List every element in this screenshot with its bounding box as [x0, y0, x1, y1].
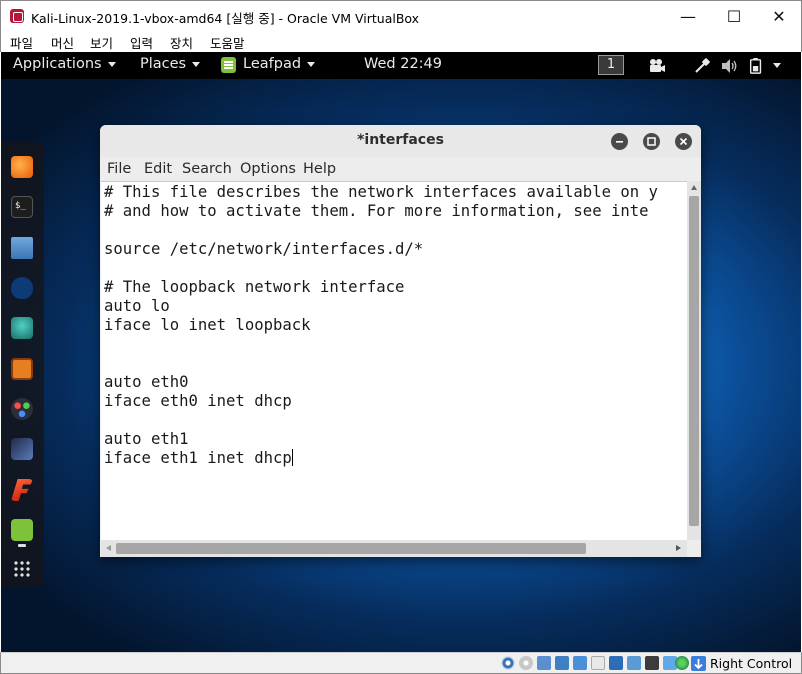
burpsuite-icon[interactable] [11, 358, 33, 380]
menu-help[interactable]: 도움말 [210, 33, 245, 52]
maximize-button[interactable]: ☐ [711, 1, 757, 31]
text-cursor [291, 449, 293, 466]
leafpad-app-icon [221, 57, 236, 73]
text-line: source /etc/network/interfaces.d/* [104, 240, 424, 258]
leafpad-close-button[interactable] [675, 133, 692, 150]
close-button[interactable]: ✕ [756, 1, 802, 31]
chevron-down-icon [307, 61, 316, 67]
leafpad-menu-file[interactable]: File [107, 161, 131, 177]
show-apps-icon[interactable] [13, 560, 31, 578]
menu-machine[interactable]: 머신 [51, 33, 74, 52]
maltego-icon[interactable] [11, 398, 33, 420]
host-window-title: Kali-Linux-2019.1-vbox-amd64 [실행 중] - Or… [31, 11, 420, 26]
host-key-label[interactable]: Right Control [710, 656, 792, 671]
leafpad-window: *interfaces File Edit Search Options Hel… [100, 125, 701, 557]
optical-drive-icon[interactable] [519, 656, 533, 670]
places-menu[interactable]: Places [140, 56, 201, 72]
text-line: ​ [104, 354, 658, 373]
text-line-last: iface eth1 inet dhcp [104, 449, 658, 468]
virtualbox-icon [10, 9, 24, 23]
text-line: ​ [104, 335, 658, 354]
text-line: iface eth1 inet dhcp [104, 449, 292, 467]
vertical-scrollbar[interactable] [687, 181, 701, 540]
vertical-scroll-thumb[interactable] [689, 196, 699, 526]
dock: $_ [1, 142, 44, 587]
text-line: iface eth0 inet dhcp [104, 392, 292, 410]
firefox-icon[interactable] [11, 156, 33, 178]
running-indicator [18, 544, 26, 547]
scroll-left-icon[interactable] [106, 545, 111, 551]
host-titlebar: Kali-Linux-2019.1-vbox-amd64 [실행 중] - Or… [0, 0, 802, 31]
leafpad-menu-edit[interactable]: Edit [144, 161, 172, 177]
places-label: Places [140, 56, 187, 72]
system-menu-chevron-icon[interactable] [773, 63, 781, 68]
network-icon[interactable] [555, 656, 569, 670]
menu-input[interactable]: 입력 [130, 33, 153, 52]
maximize-icon [647, 137, 656, 146]
vbox-statusbar: Right Control [0, 652, 802, 674]
text-line: auto eth1 [104, 430, 189, 448]
leafpad-maximize-button[interactable] [643, 133, 660, 150]
metasploit-icon[interactable] [11, 277, 33, 299]
horizontal-scroll-thumb[interactable] [116, 543, 586, 554]
chevron-down-icon [107, 61, 116, 67]
display-icon[interactable] [609, 656, 623, 670]
leafpad-menu-help[interactable]: Help [303, 161, 336, 177]
host-menubar: 파일 머신 보기 입력 장치 도움말 [0, 31, 802, 52]
text-editor[interactable]: # This file describes the network interf… [101, 181, 687, 540]
text-line: ​ [104, 221, 658, 240]
minimize-button[interactable]: — [665, 1, 711, 31]
leafpad-menubar: File Edit Search Options Help [100, 157, 701, 181]
recording-icon[interactable] [627, 656, 641, 670]
text-line: iface lo inet loopback [104, 316, 311, 334]
usb-icon[interactable] [573, 656, 587, 670]
armitage-icon[interactable] [11, 317, 33, 339]
app-menu-label: Leafpad [243, 56, 302, 72]
chevron-down-icon [192, 61, 201, 67]
scroll-right-icon[interactable] [676, 545, 681, 551]
terminal-icon[interactable]: $_ [11, 196, 33, 218]
leafpad-menu-search[interactable]: Search [182, 161, 232, 177]
clock[interactable]: Wed 22:49 [364, 56, 442, 72]
menu-view[interactable]: 보기 [90, 33, 113, 52]
app-menu[interactable]: Leafpad [243, 56, 316, 72]
menu-file[interactable]: 파일 [10, 33, 33, 52]
text-line: ​ [104, 411, 658, 430]
guest-desktop: Applications Places Leafpad Wed 22:49 1 [1, 52, 801, 652]
text-line: # The loopback network interface [104, 278, 405, 296]
workspace-indicator[interactable]: 1 [598, 55, 624, 75]
network-wired-icon[interactable] [694, 58, 710, 74]
cpu-icon[interactable] [645, 656, 659, 670]
video-camera-icon[interactable] [648, 58, 666, 74]
battery-icon[interactable] [749, 58, 763, 74]
horizontal-scrollbar[interactable] [101, 540, 687, 557]
text-line: # and how to activate them. For more inf… [104, 202, 649, 220]
applications-label: Applications [13, 56, 102, 72]
editor-content: # This file describes the network interf… [104, 183, 658, 468]
hard-disk-icon[interactable] [501, 656, 515, 670]
text-line: ​ [104, 259, 658, 278]
files-icon[interactable] [11, 237, 33, 259]
text-line: auto lo [104, 297, 170, 315]
leafpad-minimize-button[interactable] [611, 133, 628, 150]
text-line: auto eth0 [104, 373, 189, 391]
applications-menu[interactable]: Applications [13, 56, 116, 72]
scroll-up-icon[interactable] [691, 185, 697, 190]
top-panel: Applications Places Leafpad Wed 22:49 1 [1, 52, 801, 79]
menu-devices[interactable]: 장치 [170, 33, 193, 52]
text-line: # This file describes the network interf… [104, 183, 658, 201]
leafpad-dock-icon[interactable] [11, 519, 33, 541]
faraday-icon[interactable] [11, 479, 33, 501]
guest-additions-icon[interactable] [675, 656, 689, 670]
host-key-arrow-icon [691, 656, 706, 671]
minimize-icon [616, 141, 623, 143]
volume-icon[interactable] [721, 58, 739, 74]
leafpad-titlebar[interactable]: *interfaces [100, 125, 701, 157]
shared-folders-icon[interactable] [591, 656, 605, 670]
leafpad-menu-options[interactable]: Options [240, 161, 296, 177]
close-icon [679, 137, 688, 146]
beef-icon[interactable] [11, 438, 33, 460]
audio-icon[interactable] [537, 656, 551, 670]
